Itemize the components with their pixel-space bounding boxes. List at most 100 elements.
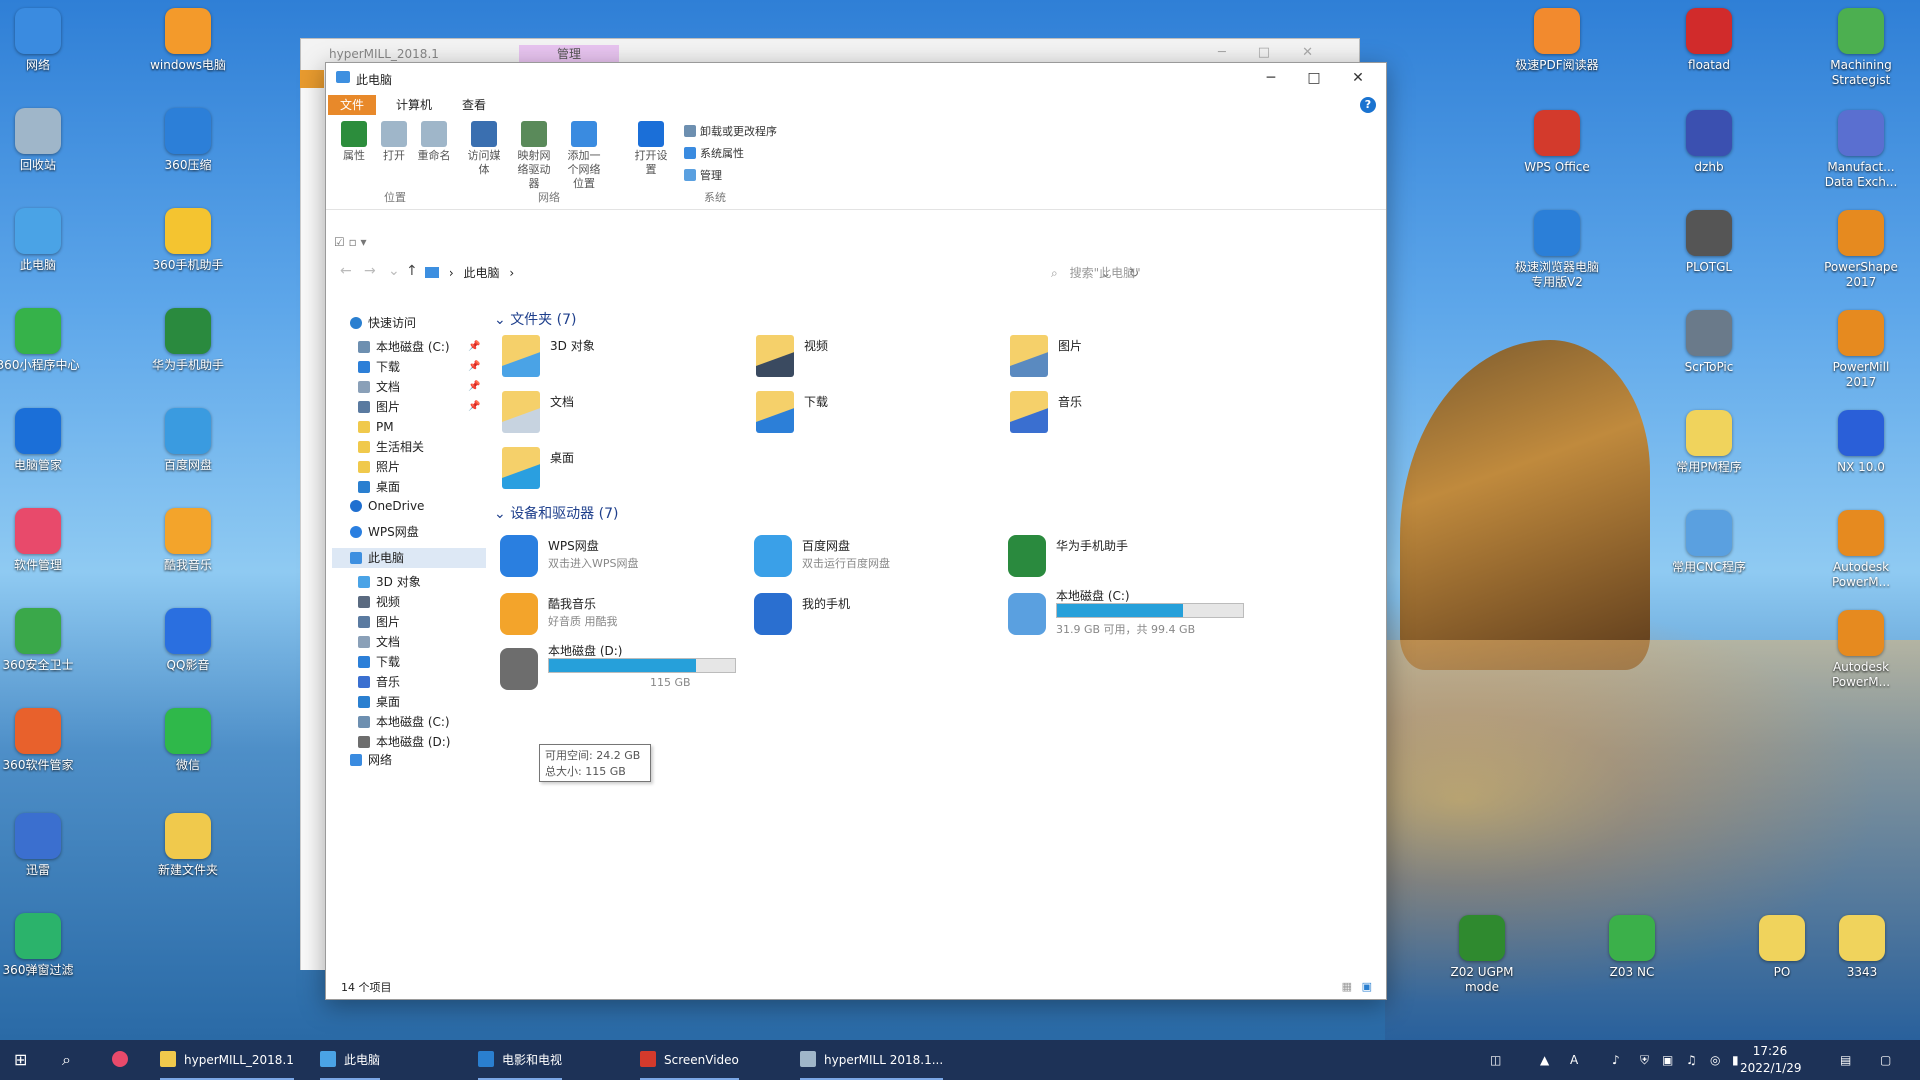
desktop-shortcut[interactable]: 酷我音乐 [146,508,230,573]
system-properties-button[interactable]: 系统属性 [684,145,744,161]
ribbon-button[interactable]: 属性 [334,121,374,163]
nav-quick-item[interactable]: 本地磁盘 (C:) 📌 [358,337,480,357]
desktop-shortcut[interactable]: 360弹窗过滤 [0,913,80,978]
nav-wps[interactable]: WPS网盘 [350,522,419,542]
taskbar-app-button[interactable]: ScreenVideo [640,1040,739,1080]
nav-this-pc-item[interactable]: 桌面 [358,692,400,712]
close-button[interactable]: ✕ [1338,67,1378,89]
desktop-shortcut[interactable]: PowerMill 2017 [1819,310,1903,390]
nav-quick-item[interactable]: 下载 📌 [358,357,480,377]
desktop-shortcut[interactable]: 360压缩 [146,108,230,173]
forward-arrow-icon[interactable]: → [364,263,376,279]
device-item[interactable]: 百度网盘 双击运行百度网盘 [754,535,1004,585]
address-bar[interactable]: › 此电脑 › ⌄ ↻ [420,261,1139,285]
desktop-shortcut[interactable]: 此电脑 [0,208,80,273]
desktop-shortcut[interactable]: 迅雷 [0,813,80,878]
maximize-button[interactable]: □ [1294,67,1334,89]
input-mode-icon[interactable]: A [1570,1040,1578,1080]
ribbon-button[interactable]: 重命名 [414,121,454,163]
desktop-shortcut[interactable]: Autodesk PowerM... [1819,610,1903,690]
device-item[interactable]: 我的手机 [754,593,1004,643]
tray-expand-icon[interactable]: ▲ [1540,1040,1549,1080]
desktop-shortcut[interactable]: 360软件管家 [0,708,80,773]
help-icon[interactable]: ? [1360,97,1376,113]
taskbar-app-button[interactable]: 此电脑 [320,1040,381,1080]
nav-this-pc[interactable]: 此电脑 [332,548,486,568]
devices-section-header[interactable]: ⌄ 设备和驱动器 (7) [494,503,618,523]
folder-item[interactable]: 3D 对象 [502,335,722,385]
folder-item[interactable]: 下载 [756,391,976,441]
desktop-shortcut[interactable]: Machining Strategist [1819,8,1903,88]
shield-tray-icon[interactable]: ⛨ [1640,1040,1649,1080]
pinned-app-icon[interactable] [112,1040,136,1080]
volume-icon[interactable]: ♫ [1686,1040,1697,1080]
display-tray-icon[interactable]: ▣ [1662,1040,1673,1080]
desktop-shortcut[interactable]: NX 10.0 [1819,410,1903,475]
nav-onedrive[interactable]: OneDrive [350,496,424,516]
nav-this-pc-item[interactable]: 音乐 [358,672,400,692]
desktop-shortcut[interactable]: 极速浏览器电脑专用版V2 [1515,210,1599,290]
up-arrow-icon[interactable]: ↑ [406,263,418,279]
device-item[interactable]: WPS网盘 双击进入WPS网盘 [500,535,750,585]
tiles-view-icon[interactable]: ▣ [1362,980,1372,993]
device-item[interactable]: 本地磁盘 (D:) 115 GB [500,644,750,698]
network-tray-icon[interactable]: ◎ [1710,1040,1720,1080]
ribbon-button[interactable]: 打开设置 [631,121,671,177]
ribbon-button[interactable]: 映射网络驱动器 [514,121,554,191]
nav-this-pc-item[interactable]: 本地磁盘 (C:) [358,712,450,732]
desktop-shortcut[interactable]: 新建文件夹 [146,813,230,878]
nav-quick-item[interactable]: 照片 [358,457,400,477]
bell-icon[interactable]: ♪ [1612,1040,1620,1080]
desktop-shortcut[interactable]: Autodesk PowerM... [1819,510,1903,590]
nav-quick-item[interactable]: PM [358,417,394,437]
clock[interactable]: 17:26 2022/1/29 [1740,1043,1802,1077]
desktop-shortcut[interactable]: ScrToPic [1667,310,1751,375]
folder-item[interactable]: 桌面 [502,447,722,497]
taskbar-app-button[interactable]: hyperMILL_2018.1 [160,1040,294,1080]
background-window-file-tab[interactable] [300,70,324,88]
notes-icon[interactable]: ▤ [1840,1040,1851,1080]
start-windows-icon[interactable]: ⊞ [14,1040,27,1080]
desktop-shortcut[interactable]: 网络 [0,8,80,73]
ribbon-button[interactable]: 打开 [374,121,414,163]
minimize-button[interactable]: ─ [1251,67,1291,89]
desktop-shortcut[interactable]: 常用PM程序 [1667,410,1751,475]
nav-this-pc-item[interactable]: 本地磁盘 (D:) [358,732,450,752]
desktop-shortcut[interactable]: PowerShape 2017 [1819,210,1903,290]
device-item[interactable]: 酷我音乐 好音质 用酷我 [500,593,750,643]
search-box[interactable]: ⌕ 搜索"此电脑" [1044,261,1366,285]
desktop-shortcut[interactable]: 微信 [146,708,230,773]
desktop-shortcut[interactable]: PO [1740,915,1824,980]
desktop-shortcut[interactable]: 极速PDF阅读器 [1515,8,1599,73]
desktop-shortcut[interactable]: 回收站 [0,108,80,173]
ribbon-button[interactable]: 访问媒体 [464,121,504,177]
desktop-shortcut[interactable]: 360小程序中心 [0,308,80,373]
taskbar-app-button[interactable]: 电影和电视 [478,1040,563,1080]
nav-this-pc-item[interactable]: 文档 [358,632,400,652]
uninstall-program-button[interactable]: 卸载或更改程序 [684,123,777,139]
notification-icon[interactable]: ▢ [1880,1040,1891,1080]
desktop-shortcut[interactable]: 百度网盘 [146,408,230,473]
quick-access-toolbar[interactable]: ☑ ▫ ▾ [334,235,367,249]
folder-item[interactable]: 图片 [1010,335,1230,385]
folder-item[interactable]: 音乐 [1010,391,1230,441]
tab-view[interactable]: 查看 [450,95,498,115]
nav-quick-item[interactable]: 生活相关 [358,437,424,457]
nav-this-pc-item[interactable]: 3D 对象 [358,572,421,592]
desktop-shortcut[interactable]: 软件管理 [0,508,80,573]
desktop-shortcut[interactable]: Z02 UGPM mode [1440,915,1524,995]
manage-button[interactable]: 管理 [684,167,722,183]
nav-quick-item[interactable]: 图片 📌 [358,397,480,417]
folders-section-header[interactable]: ⌄ 文件夹 (7) [494,309,576,329]
back-arrow-icon[interactable]: ← [340,263,352,279]
explorer-titlebar[interactable]: 此电脑 ─ □ ✕ [326,63,1386,93]
desktop-shortcut[interactable]: Z03 NC [1590,915,1674,980]
context-tab-manage[interactable]: 管理 [519,45,619,63]
recent-chevron-icon[interactable]: ⌄ [388,263,400,279]
desktop-shortcut[interactable]: QQ影音 [146,608,230,673]
microphone-icon[interactable]: ▮ [1732,1040,1739,1080]
nav-this-pc-item[interactable]: 视频 [358,592,400,612]
nav-quick-item[interactable]: 桌面 [358,477,400,497]
folder-item[interactable]: 文档 [502,391,722,441]
desktop-shortcut[interactable]: 360手机助手 [146,208,230,273]
